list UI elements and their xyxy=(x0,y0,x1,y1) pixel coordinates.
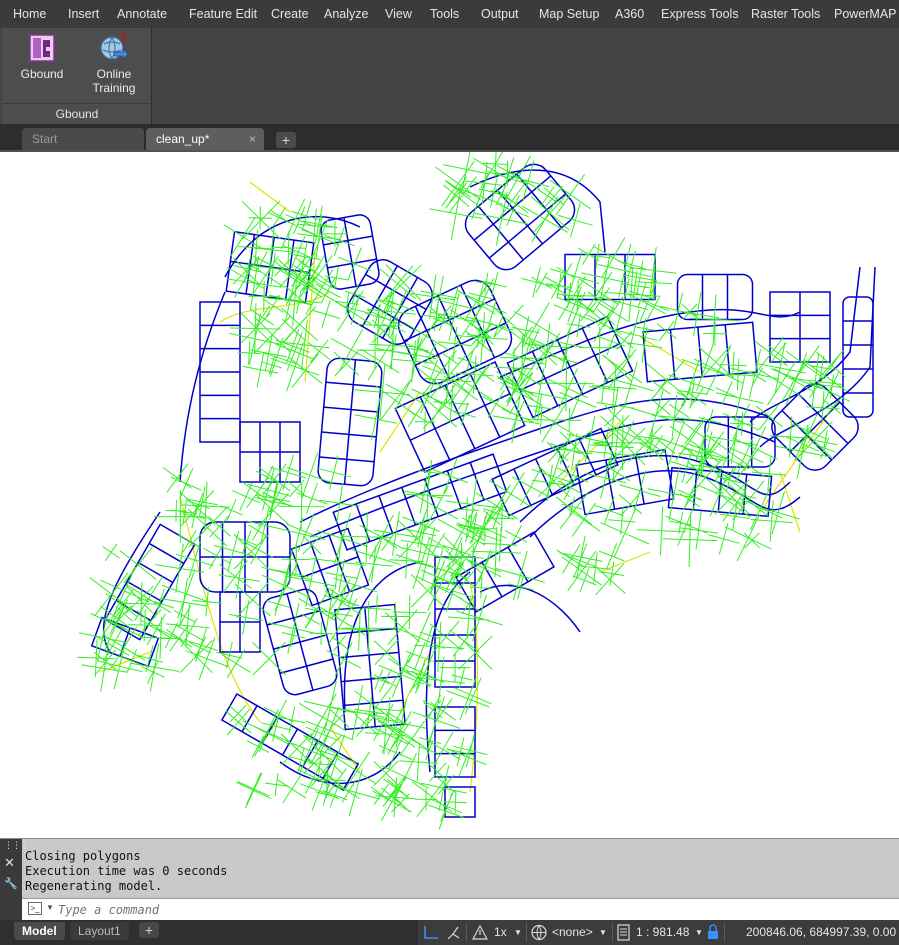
drawing-scale[interactable]: 1 : 981.48 xyxy=(636,925,689,939)
history-line: Regenerating model. xyxy=(25,879,163,893)
drawing-scale-icon[interactable] xyxy=(616,924,632,941)
chevron-down-icon[interactable]: ▼ xyxy=(514,928,522,937)
menu-annotate[interactable]: Annotate xyxy=(117,7,167,21)
close-icon[interactable]: ✕ xyxy=(4,855,15,871)
ribbon-tab-bar: Home Insert Annotate Feature Edit Create… xyxy=(0,0,899,28)
parcel-block xyxy=(842,296,874,418)
svg-text:?: ? xyxy=(120,32,127,46)
menu-feature-edit[interactable]: Feature Edit xyxy=(189,7,257,21)
chevron-down-icon[interactable]: ▼ xyxy=(46,903,54,912)
command-prompt-icon[interactable]: >_ xyxy=(28,902,42,915)
panel-title: Gbound xyxy=(55,107,99,121)
chevron-down-icon[interactable]: ▼ xyxy=(695,928,703,937)
isometric-icon[interactable] xyxy=(444,924,462,941)
chevron-down-icon[interactable]: ▼ xyxy=(599,928,607,937)
menu-map-setup[interactable]: Map Setup xyxy=(539,7,599,21)
tab-model[interactable]: Model xyxy=(14,922,65,940)
menu-powermap[interactable]: PowerMAP xyxy=(834,7,897,21)
menu-a360[interactable]: A360 xyxy=(615,7,644,21)
tab-layout1[interactable]: Layout1 xyxy=(70,922,129,940)
lot-lines xyxy=(266,593,334,691)
status-bar: Model Layout1 + 1x ▼ <none> ▼ 1 : 981.48… xyxy=(0,920,899,945)
menu-create[interactable]: Create xyxy=(271,7,309,21)
parcel-boundary xyxy=(842,296,874,418)
annotation-scale[interactable]: 1x xyxy=(494,925,507,939)
command-input[interactable] xyxy=(58,901,878,919)
gbound-icon xyxy=(29,34,55,62)
parcel-block xyxy=(642,321,758,383)
ucs-icon[interactable] xyxy=(422,924,440,941)
parcel-boundary xyxy=(434,706,476,778)
coordinate-readout: 200846.06, 684997.39, 0.00 xyxy=(746,925,897,939)
add-layout-button[interactable]: + xyxy=(139,922,159,938)
lot-lines xyxy=(200,324,240,420)
lot-lines xyxy=(669,324,731,380)
parcel-layer xyxy=(90,163,876,818)
parcel-block xyxy=(506,315,634,419)
tab-clean-up[interactable]: clean_up* × xyxy=(146,128,264,150)
status-divider xyxy=(612,923,613,942)
parcel-block xyxy=(434,706,476,778)
tab-close-icon[interactable]: × xyxy=(249,132,256,146)
gbound-panel: Gbound ? Online Training Gbound xyxy=(2,28,152,124)
menu-output[interactable]: Output xyxy=(481,7,519,21)
globe-icon[interactable] xyxy=(530,924,548,941)
online-training-label-line2: Training xyxy=(92,81,136,95)
panel-divider xyxy=(2,103,152,104)
drawing-canvas[interactable] xyxy=(0,152,899,838)
menu-raster-tools[interactable]: Raster Tools xyxy=(751,7,820,21)
status-toolbar: 1x ▼ <none> ▼ 1 : 981.48 ▼ 200846.06, 68… xyxy=(418,920,899,945)
tab-start[interactable]: Start xyxy=(22,128,144,150)
menu-view[interactable]: View xyxy=(385,7,412,21)
online-training-button[interactable]: ? Online Training xyxy=(78,32,150,95)
command-window-handle[interactable]: ⋮⋮⋮ ✕ 🔧 xyxy=(0,839,29,921)
road-edge xyxy=(479,584,581,633)
lock-icon[interactable] xyxy=(706,924,720,941)
road-edge xyxy=(179,291,226,483)
status-divider xyxy=(466,923,467,942)
lot-lines xyxy=(323,217,377,287)
menu-insert[interactable]: Insert xyxy=(68,7,99,21)
status-divider xyxy=(526,923,527,942)
menu-express-tools[interactable]: Express Tools xyxy=(661,7,739,21)
centerline xyxy=(249,181,291,213)
parcel-block xyxy=(262,588,338,696)
parcel-block xyxy=(320,214,380,290)
menu-home[interactable]: Home xyxy=(13,7,46,21)
command-input-bar: >_ ▼ xyxy=(22,898,899,920)
wrench-icon[interactable]: 🔧 xyxy=(4,877,18,890)
road-edge xyxy=(343,561,421,713)
tab-start-label: Start xyxy=(32,132,58,146)
lot-lines xyxy=(355,462,485,542)
command-window: ⋮⋮⋮ ✕ 🔧 Closing polygons Execution time … xyxy=(0,838,899,921)
online-training-icon: ? xyxy=(100,32,129,60)
parcel-map[interactable] xyxy=(0,152,899,838)
gbound-button[interactable]: Gbound xyxy=(6,32,78,81)
menu-tools[interactable]: Tools xyxy=(430,7,459,21)
history-line: Closing polygons xyxy=(25,849,141,863)
online-training-label-line1: Online xyxy=(96,67,132,81)
parcel-block xyxy=(317,357,383,487)
gbound-button-label: Gbound xyxy=(20,67,64,81)
road-edge xyxy=(759,266,876,448)
annotation-visibility-icon[interactable] xyxy=(471,924,489,941)
menu-analyze[interactable]: Analyze xyxy=(324,7,368,21)
ribbon: Gbound ? Online Training Gbound xyxy=(0,28,899,124)
parcel-block xyxy=(199,301,241,443)
file-tab-bar: Start clean_up* × + xyxy=(0,124,899,152)
tab-clean-up-label: clean_up* xyxy=(156,132,210,146)
status-divider xyxy=(724,923,725,942)
workspace-value[interactable]: <none> xyxy=(552,925,593,939)
road-edge xyxy=(469,169,606,253)
history-line: Execution time was 0 seconds xyxy=(25,864,228,878)
centerline xyxy=(639,336,701,373)
centerline xyxy=(779,471,801,533)
new-tab-button[interactable]: + xyxy=(276,132,296,148)
command-history: Closing polygons Execution time was 0 se… xyxy=(25,849,227,894)
